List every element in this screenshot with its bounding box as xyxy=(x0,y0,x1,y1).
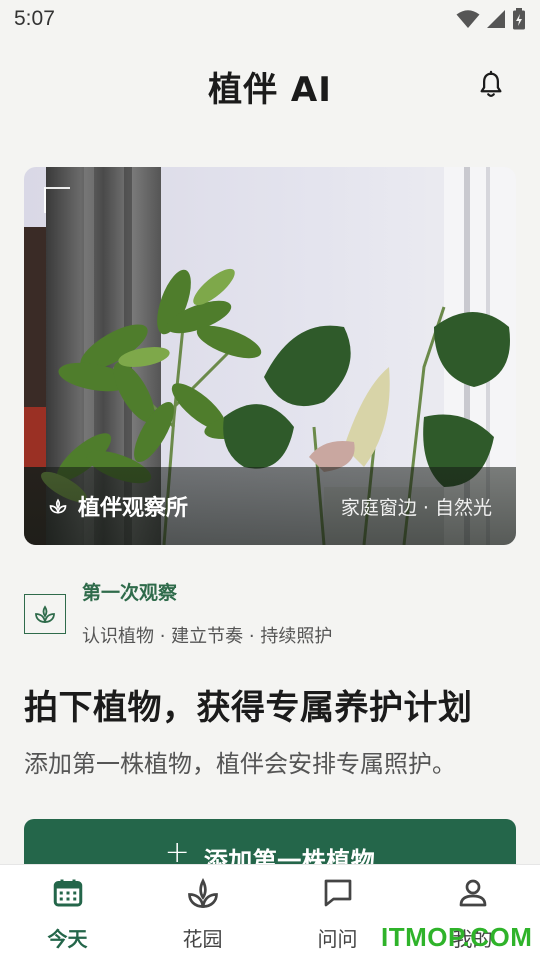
sprout-icon xyxy=(187,877,218,908)
hero-name: 植伴观察所 xyxy=(78,496,189,521)
viewfinder-corner xyxy=(44,187,70,213)
battery-icon xyxy=(513,8,525,30)
sprout-icon xyxy=(49,498,67,514)
observation-subtitle: 认识植物 · 建立节奏 · 持续照护 xyxy=(82,626,333,647)
observation-title: 第一次观察 xyxy=(82,582,178,604)
hero-place: 家庭窗边 · 自然光 xyxy=(340,496,492,519)
first-observation: 第一次观察 认识植物 · 建立节奏 · 持续照护 xyxy=(24,574,516,654)
nav-label-ask: 问问 xyxy=(317,927,358,951)
person-icon xyxy=(459,879,486,907)
page-title: 植伴 AI xyxy=(208,69,332,110)
main-description: 添加第一株植物，植伴会安排专属照护。 xyxy=(24,750,456,778)
calendar-icon xyxy=(53,879,82,907)
sprout-icon xyxy=(35,605,55,623)
status-bar: 5:07 xyxy=(0,0,540,38)
main-heading: 拍下植物，获得专属养护计划 xyxy=(24,688,473,728)
status-time: 5:07 xyxy=(14,7,55,30)
plus-icon: + xyxy=(164,835,190,870)
nav-label-today: 今天 xyxy=(47,927,88,951)
hero-caption: 植伴观察所 家庭窗边 · 自然光 xyxy=(24,467,516,545)
nav-item-garden[interactable]: 花园 xyxy=(135,865,270,960)
nav-item-today[interactable]: 今天 xyxy=(0,865,135,960)
nav-label-garden: 花园 xyxy=(182,927,223,951)
watermark: ITMOP.COM xyxy=(381,922,533,952)
app-header: 植伴 AI xyxy=(0,58,540,114)
bell-icon[interactable] xyxy=(476,70,506,100)
hero-caption-left: 植伴观察所 xyxy=(48,490,188,522)
hero-card[interactable]: 植伴观察所 家庭窗边 · 自然光 xyxy=(24,167,516,545)
observation-icon-box xyxy=(24,594,66,634)
chat-icon xyxy=(324,879,351,907)
signal-icon xyxy=(487,10,505,28)
status-icons xyxy=(456,8,526,30)
wifi-icon xyxy=(456,10,480,28)
